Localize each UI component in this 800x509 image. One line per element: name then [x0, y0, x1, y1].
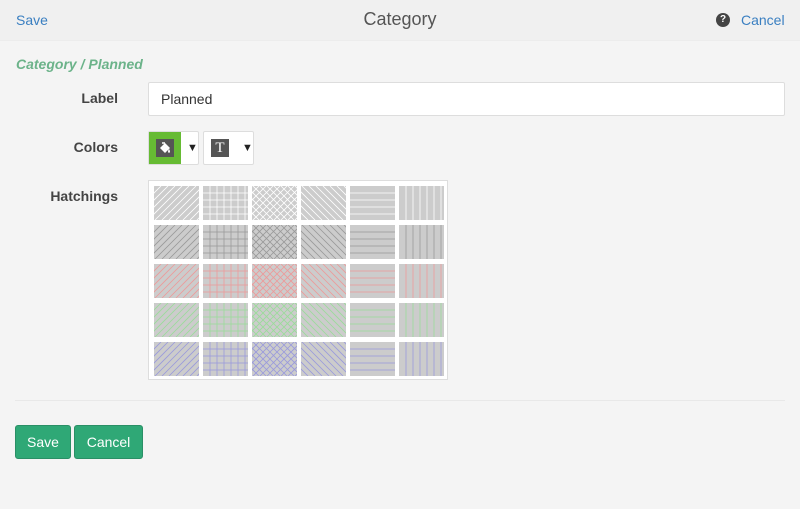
hatching-grid[interactable]	[203, 225, 248, 259]
hatchings-palette	[119, 180, 448, 380]
hatching-diagonal-right[interactable]	[119, 341, 267, 377]
hatching-diagonal-cross[interactable]	[217, 185, 365, 221]
header-cancel-link[interactable]: Cancel	[741, 12, 785, 28]
hatching-diagonal-cross[interactable]	[217, 263, 365, 299]
divider	[15, 400, 785, 401]
hatching-grid[interactable]	[203, 342, 248, 376]
hatching-diagonal-right[interactable]	[119, 224, 267, 260]
hatching-horizontal[interactable]	[350, 264, 395, 298]
hatching-vertical[interactable]	[399, 342, 444, 376]
help-icon[interactable]: ?	[716, 13, 730, 27]
hatching-diagonal-cross[interactable]	[217, 341, 365, 377]
hatching-diagonal-left[interactable]	[266, 224, 414, 260]
label-caption: Label	[81, 90, 118, 106]
hatching-horizontal[interactable]	[350, 342, 395, 376]
hatching-vertical[interactable]	[399, 225, 444, 259]
hatching-diagonal-left[interactable]	[266, 263, 414, 299]
hatching-horizontal[interactable]	[350, 225, 395, 259]
chevron-down-icon: ▼	[187, 142, 198, 154]
hatching-grid[interactable]	[203, 264, 248, 298]
page-title: Category	[363, 9, 437, 29]
label-input[interactable]	[148, 82, 785, 116]
hatching-diagonal-cross[interactable]	[217, 224, 365, 260]
paint-bucket-icon	[156, 139, 174, 157]
hatching-diagonal-right[interactable]	[119, 263, 267, 299]
hatching-diagonal-left[interactable]	[266, 302, 414, 338]
hatching-grid[interactable]	[203, 186, 248, 220]
hatching-horizontal[interactable]	[350, 186, 395, 220]
hatching-grid[interactable]	[203, 303, 248, 337]
save-button[interactable]: Save	[15, 425, 71, 459]
hatching-diagonal-cross[interactable]	[217, 302, 365, 338]
text-color-icon: T	[211, 139, 229, 157]
top-bar: Save Category ? Cancel	[0, 0, 800, 41]
hatchings-caption: Hatchings	[50, 188, 118, 204]
hatching-diagonal-left[interactable]	[266, 341, 414, 377]
fill-color-swatch[interactable]	[149, 132, 181, 164]
cancel-button[interactable]: Cancel	[74, 425, 143, 459]
breadcrumb: Category / Planned	[16, 56, 143, 72]
hatching-vertical[interactable]	[399, 186, 444, 220]
hatching-vertical[interactable]	[399, 264, 444, 298]
hatching-diagonal-left[interactable]	[266, 185, 414, 221]
chevron-down-icon: ▼	[242, 142, 253, 154]
hatching-horizontal[interactable]	[350, 303, 395, 337]
hatching-diagonal-right[interactable]	[119, 302, 267, 338]
hatching-diagonal-right[interactable]	[119, 185, 267, 221]
hatching-vertical[interactable]	[399, 303, 444, 337]
colors-caption: Colors	[73, 139, 118, 155]
